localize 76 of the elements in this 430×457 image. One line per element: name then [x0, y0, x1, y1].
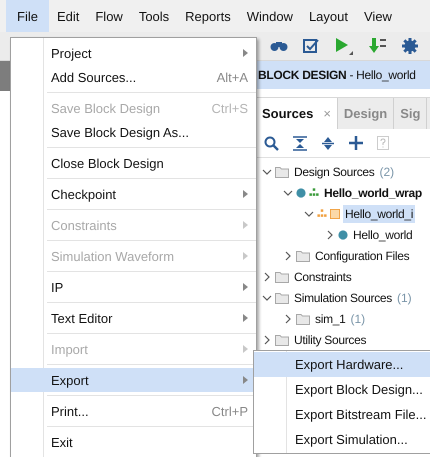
- folder-icon: [275, 334, 289, 346]
- binoculars-icon[interactable]: [270, 40, 288, 52]
- shortcut: Alt+A: [216, 70, 248, 84]
- menu-item[interactable]: Export Bitstream File...: [254, 402, 430, 427]
- square-icon: [330, 208, 340, 218]
- menu-item[interactable]: Save Block Design As...: [11, 120, 256, 144]
- menu-item[interactable]: Project: [11, 41, 256, 65]
- tree-item[interactable]: Constraints: [292, 268, 354, 286]
- tree-item[interactable]: Hello_world_wrap: [322, 184, 424, 202]
- tree-item[interactable]: Design Sources: [292, 162, 377, 180]
- menu-title[interactable]: Flow: [87, 0, 131, 32]
- hierarchy-icon: [309, 188, 319, 197]
- submenu-arrow-icon: [243, 190, 248, 198]
- item-count: (1): [396, 290, 412, 304]
- expand-all-icon[interactable]: [321, 136, 335, 150]
- search-icon[interactable]: [264, 136, 279, 150]
- chevron-right-icon[interactable]: [325, 230, 335, 240]
- folder-icon: [296, 250, 310, 262]
- menu-title[interactable]: Edit: [48, 0, 88, 32]
- item-count: (1): [350, 312, 366, 326]
- menu-title[interactable]: Reports: [177, 0, 239, 32]
- submenu-arrow-icon: [243, 221, 248, 229]
- tree-item[interactable]: Hello_world_i: [343, 204, 416, 222]
- design-title: BLOCK DESIGN - Hello_world: [258, 68, 416, 82]
- add-icon[interactable]: [349, 136, 363, 150]
- chevron-down-icon[interactable]: [304, 208, 314, 218]
- menu-title[interactable]: Tools: [130, 0, 178, 32]
- folder-icon: [296, 312, 310, 324]
- tree-item[interactable]: Simulation Sources: [292, 288, 394, 306]
- chevron-right-icon[interactable]: [283, 250, 293, 260]
- menu-item[interactable]: Export Hardware...: [254, 352, 430, 377]
- menu-item[interactable]: Export Block Design...: [254, 377, 430, 402]
- tree-item[interactable]: Utility Sources: [292, 330, 368, 348]
- menu-item[interactable]: IP: [11, 275, 256, 299]
- menu-item[interactable]: Close Block Design: [11, 151, 256, 175]
- submenu-arrow-icon: [243, 283, 248, 291]
- chevron-right-icon[interactable]: [283, 314, 293, 324]
- circle-icon: [296, 188, 306, 198]
- play-icon[interactable]: [334, 37, 354, 55]
- tree-item[interactable]: Hello_world: [351, 226, 414, 244]
- folder-icon: [275, 166, 289, 178]
- chevron-right-icon[interactable]: [262, 272, 272, 282]
- tab[interactable]: Sources ×: [256, 98, 338, 129]
- folder-icon: [275, 270, 289, 282]
- hierarchy-icon: [317, 209, 327, 218]
- circle-icon: [338, 230, 348, 240]
- submenu-arrow-icon: [243, 252, 248, 260]
- chevron-down-icon[interactable]: [262, 166, 272, 176]
- menu-title[interactable]: View: [356, 0, 400, 32]
- shortcut: Ctrl+P: [212, 404, 248, 418]
- menu-item[interactable]: Exit: [11, 430, 256, 454]
- folder-icon: [275, 292, 289, 304]
- checkbox-icon[interactable]: [303, 38, 319, 54]
- menu-item[interactable]: Export: [11, 368, 256, 392]
- menu-title[interactable]: Window: [238, 0, 301, 32]
- menu-title[interactable]: File: [6, 0, 49, 32]
- menu-item[interactable]: Export Simulation...: [254, 427, 430, 452]
- menu-item[interactable]: Add Sources... Alt+A: [11, 65, 256, 89]
- menu-item[interactable]: Text Editor: [11, 306, 256, 330]
- tree-item[interactable]: Configuration Files: [313, 246, 412, 264]
- submenu-arrow-icon: [243, 314, 248, 322]
- shortcut: Ctrl+S: [212, 100, 248, 116]
- submenu-arrow-icon: [243, 345, 248, 353]
- item-count: (2): [380, 164, 394, 178]
- chevron-down-icon[interactable]: [262, 292, 272, 302]
- submenu-arrow-icon: [243, 376, 248, 384]
- chevron-down-icon[interactable]: [283, 188, 293, 198]
- menu-item[interactable]: Checkpoint: [11, 182, 256, 206]
- tree-item[interactable]: sim_1: [313, 310, 348, 328]
- menu-item[interactable]: Print... Ctrl+P: [11, 399, 256, 423]
- download-bits-icon[interactable]: [369, 37, 387, 55]
- chevron-right-icon[interactable]: [262, 334, 272, 344]
- collapse-all-icon[interactable]: [293, 136, 307, 150]
- submenu-arrow-icon: [243, 49, 248, 57]
- menu-title[interactable]: Layout: [300, 0, 356, 32]
- settings-icon[interactable]: [402, 38, 418, 54]
